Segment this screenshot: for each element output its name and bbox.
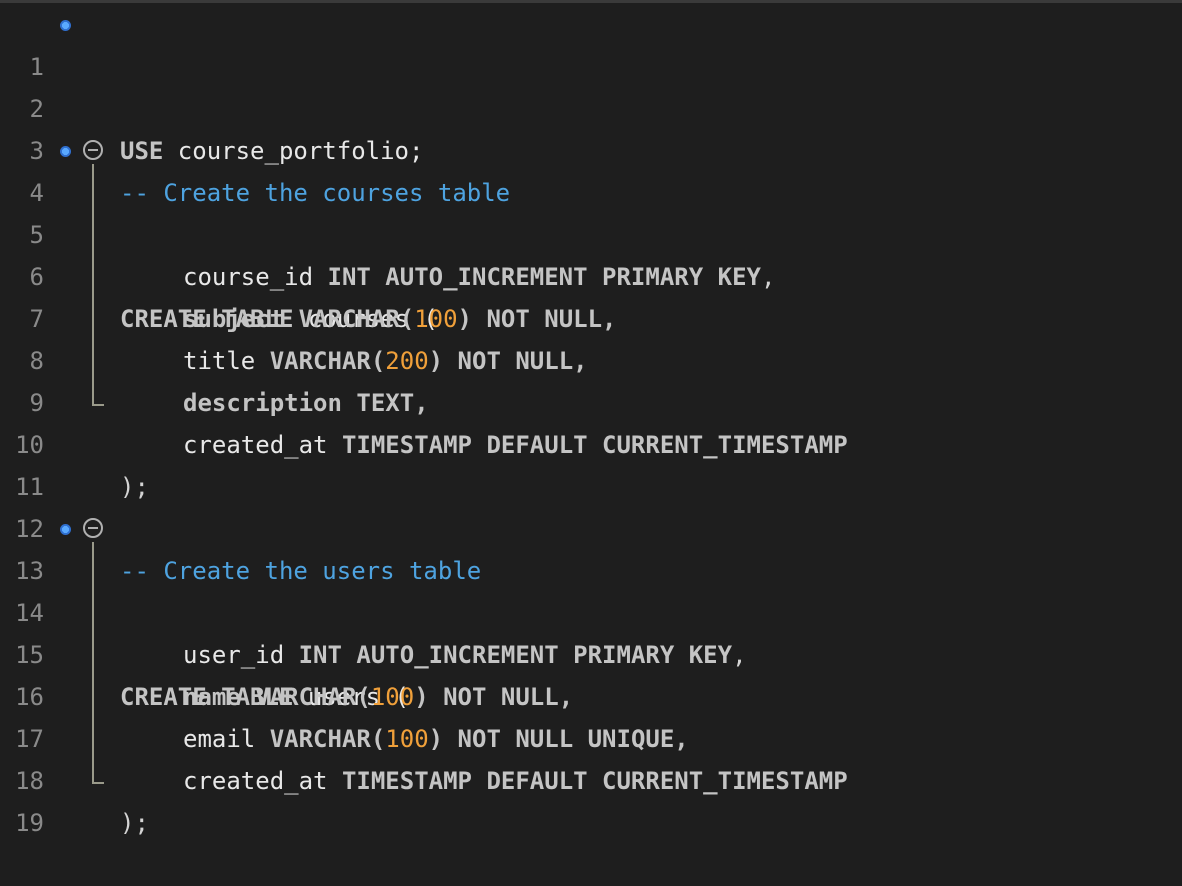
code-line-14[interactable]: 14 user_id INT AUTO_INCREMENT PRIMARY KE… [0, 550, 1182, 669]
code-editor[interactable]: 1 USE course_portfolio; 2 3 -- Create th… [0, 4, 1182, 837]
code-line-3[interactable]: 3 -- Create the courses table [0, 88, 1182, 207]
breakpoint-dot-icon[interactable] [60, 524, 71, 535]
line-number[interactable]: 19 [0, 802, 44, 844]
fold-collapse-icon[interactable] [83, 518, 103, 538]
breakpoint-dot-icon[interactable] [60, 146, 71, 157]
sql-punctuation: ); [120, 809, 149, 837]
code-line-5[interactable]: 5 course_id INT AUTO_INCREMENT PRIMARY K… [0, 172, 1182, 291]
code-line-13[interactable]: 13 CREATE TABLE users ( [0, 508, 1182, 711]
code-line-15[interactable]: 15 name VARCHAR(100) NOT NULL, [0, 592, 1182, 711]
code-line-6[interactable]: 6 subject VARCHAR(100) NOT NULL, [0, 214, 1182, 333]
code-text[interactable]: ); [120, 802, 149, 844]
code-line-10[interactable]: 10 ); [0, 382, 1182, 501]
code-line-1[interactable]: 1 USE course_portfolio; [0, 4, 1182, 165]
code-line-8[interactable]: 8 description TEXT, [0, 298, 1182, 417]
breakpoint-dot-icon[interactable] [60, 20, 71, 31]
code-line-17[interactable]: 17 created_at TIMESTAMP DEFAULT CURRENT_… [0, 676, 1182, 795]
editor-top-border [0, 0, 1182, 3]
code-line-19[interactable]: 19 [0, 760, 1182, 837]
code-line-7[interactable]: 7 title VARCHAR(200) NOT NULL, [0, 256, 1182, 375]
code-line-16[interactable]: 16 email VARCHAR(100) NOT NULL UNIQUE, [0, 634, 1182, 753]
fold-collapse-icon[interactable] [83, 140, 103, 160]
code-line-4[interactable]: 4 CREATE TABLE courses ( [0, 130, 1182, 333]
code-line-12[interactable]: 12 -- Create the users table [0, 466, 1182, 585]
code-line-9[interactable]: 9 created_at TIMESTAMP DEFAULT CURRENT_T… [0, 340, 1182, 459]
code-line-11[interactable]: 11 [0, 424, 1182, 501]
code-line-18[interactable]: 18 ); [0, 718, 1182, 837]
code-line-2[interactable]: 2 [0, 46, 1182, 123]
